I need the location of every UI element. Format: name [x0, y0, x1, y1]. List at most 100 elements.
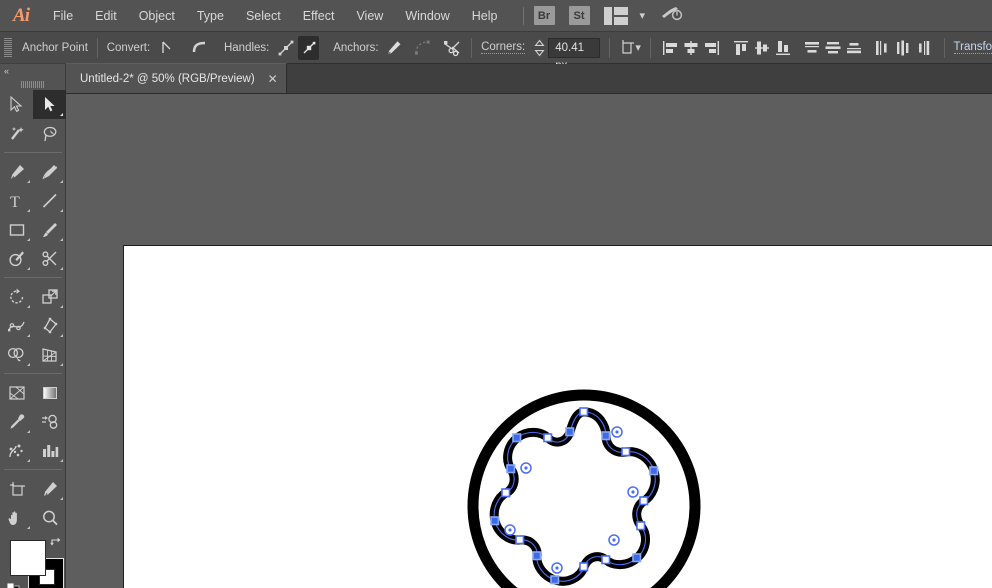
tool-zoom[interactable]: [33, 503, 66, 532]
anchor-point: [532, 551, 542, 561]
menu-object[interactable]: Object: [128, 0, 186, 32]
illustrator-window: Ai File Edit Object Type Select Effect V…: [0, 0, 992, 588]
anchor-point: [649, 466, 659, 476]
shape-chevron-down-icon[interactable]: ▾: [635, 41, 641, 54]
tool-selection[interactable]: [0, 90, 33, 119]
stock-button[interactable]: St: [568, 6, 590, 25]
tool-scale[interactable]: [33, 282, 66, 311]
tool-rotate[interactable]: [0, 282, 33, 311]
tool-shape-builder[interactable]: [0, 340, 33, 369]
align-left-icon[interactable]: [660, 36, 681, 60]
chevron-down-icon[interactable]: ▾: [640, 9, 646, 22]
anchor-point: [621, 447, 631, 457]
tool-eyedropper[interactable]: [0, 407, 33, 436]
corner-widget: [504, 524, 516, 536]
convert-to-corner-icon[interactable]: [156, 36, 177, 60]
anchor-point: [639, 496, 649, 506]
align-top-icon[interactable]: [730, 36, 751, 60]
document-tab[interactable]: Untitled-2* @ 50% (RGB/Preview) ✕: [66, 63, 287, 93]
menu-effect[interactable]: Effect: [292, 0, 346, 32]
bridge-button[interactable]: Br: [533, 6, 555, 25]
tool-free-transform[interactable]: [33, 311, 66, 340]
align-right-icon[interactable]: [702, 36, 723, 60]
cut-path-icon[interactable]: [441, 36, 462, 60]
distribute-bottom-icon[interactable]: [843, 36, 864, 60]
connect-anchors-icon[interactable]: [412, 36, 433, 60]
tool-blend[interactable]: [33, 407, 66, 436]
artwork-svg: [467, 389, 701, 588]
align-vertical-center-icon[interactable]: [751, 36, 772, 60]
close-icon[interactable]: ✕: [268, 73, 278, 85]
document-tab-bar: Untitled-2* @ 50% (RGB/Preview) ✕: [0, 63, 992, 94]
tool-lasso[interactable]: [33, 119, 66, 148]
distribute-horizontal-center-icon[interactable]: [893, 36, 914, 60]
corner-widget: [520, 462, 532, 474]
artwork-container[interactable]: [454, 376, 714, 588]
arrange-documents-icon[interactable]: [603, 6, 628, 25]
corner-widget: [608, 534, 620, 546]
menu-type[interactable]: Type: [186, 0, 235, 32]
drag-grip-icon[interactable]: [4, 37, 13, 58]
tool-rectangle[interactable]: [0, 215, 33, 244]
tool-artboard[interactable]: [0, 474, 33, 503]
control-divider-2: [471, 37, 473, 58]
transform-link[interactable]: Transfo: [953, 41, 992, 54]
tool-width[interactable]: [0, 311, 33, 340]
menu-edit[interactable]: Edit: [84, 0, 128, 32]
fill-stroke-controls: [0, 536, 66, 588]
tool-pen[interactable]: [0, 157, 33, 186]
panel-drag-grip-icon[interactable]: [0, 78, 65, 90]
distribute-right-icon[interactable]: [914, 36, 935, 60]
control-divider-3: [608, 37, 610, 58]
tool-column-graph[interactable]: [33, 436, 66, 465]
corners-value-input[interactable]: 40.41 px: [548, 37, 600, 72]
artboard[interactable]: [123, 245, 992, 588]
anchor-point: [636, 521, 646, 531]
menu-file[interactable]: File: [42, 0, 84, 32]
menu-select[interactable]: Select: [235, 0, 292, 32]
distribute-vertical-center-icon[interactable]: [822, 36, 843, 60]
tool-direct-selection[interactable]: [33, 90, 66, 119]
tool-mesh[interactable]: [0, 378, 33, 407]
extend-handles-icon[interactable]: [275, 36, 296, 60]
tools-panel: « T: [0, 64, 66, 588]
tool-slice[interactable]: [33, 474, 66, 503]
tool-hand[interactable]: [0, 503, 33, 532]
tool-line-segment[interactable]: [33, 186, 66, 215]
menu-window[interactable]: Window: [394, 0, 460, 32]
tool-shaper[interactable]: [0, 244, 33, 273]
tool-scissors[interactable]: [33, 244, 66, 273]
default-fill-stroke-icon[interactable]: [6, 582, 21, 588]
anchor-point: [632, 553, 642, 563]
tool-magic-wand[interactable]: [0, 119, 33, 148]
anchor-point: [490, 516, 500, 526]
remove-anchor-icon[interactable]: [384, 36, 405, 60]
distribute-top-icon[interactable]: [801, 36, 822, 60]
swap-fill-stroke-icon[interactable]: [49, 536, 63, 550]
anchor-point: [579, 562, 589, 572]
tool-gradient[interactable]: [33, 378, 66, 407]
menu-help[interactable]: Help: [461, 0, 509, 32]
menu-view[interactable]: View: [345, 0, 394, 32]
collapse-panel-icon[interactable]: «: [4, 66, 9, 76]
tool-divider-4: [4, 469, 62, 470]
fill-swatch[interactable]: [10, 540, 46, 576]
canvas-area[interactable]: [66, 94, 992, 588]
tool-symbol-sprayer[interactable]: [0, 436, 33, 465]
convert-to-smooth-icon[interactable]: [189, 36, 210, 60]
align-horizontal-center-icon[interactable]: [681, 36, 702, 60]
tool-curvature[interactable]: [33, 157, 66, 186]
retract-handles-icon[interactable]: [298, 35, 320, 60]
align-bottom-icon[interactable]: [772, 36, 793, 60]
corners-stepper[interactable]: [533, 37, 545, 59]
tool-perspective-grid[interactable]: [33, 340, 66, 369]
convert-label: Convert:: [106, 41, 151, 54]
corners-label[interactable]: Corners:: [481, 41, 526, 54]
control-context-label: Anchor Point: [22, 41, 88, 54]
rocket-launch-icon[interactable]: [661, 4, 683, 27]
tool-type[interactable]: T: [0, 186, 33, 215]
svg-text:T: T: [10, 194, 20, 210]
distribute-left-icon[interactable]: [872, 36, 893, 60]
tool-paintbrush[interactable]: [33, 215, 66, 244]
control-divider: [96, 37, 98, 58]
